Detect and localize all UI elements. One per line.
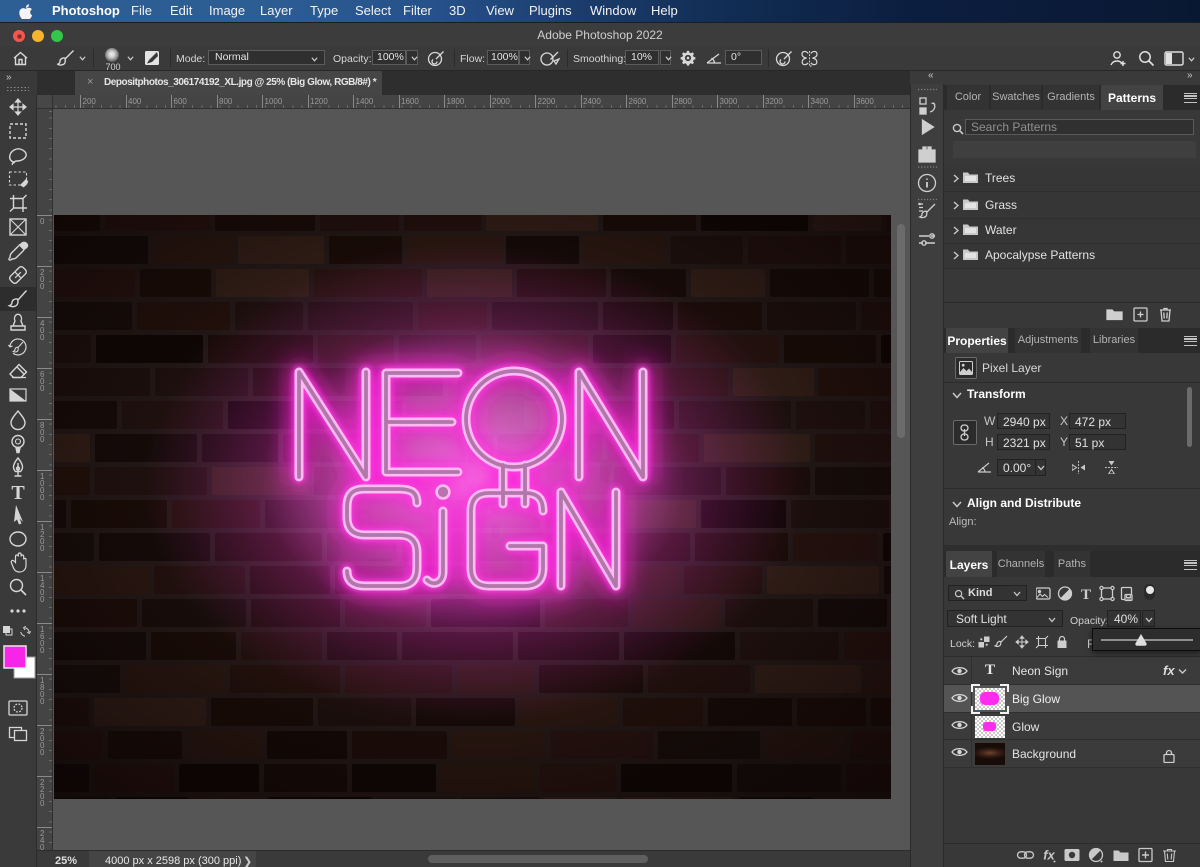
svg-text:fx: fx (1043, 848, 1055, 863)
svg-text:T: T (11, 482, 25, 504)
svg-text:T: T (1081, 587, 1091, 602)
